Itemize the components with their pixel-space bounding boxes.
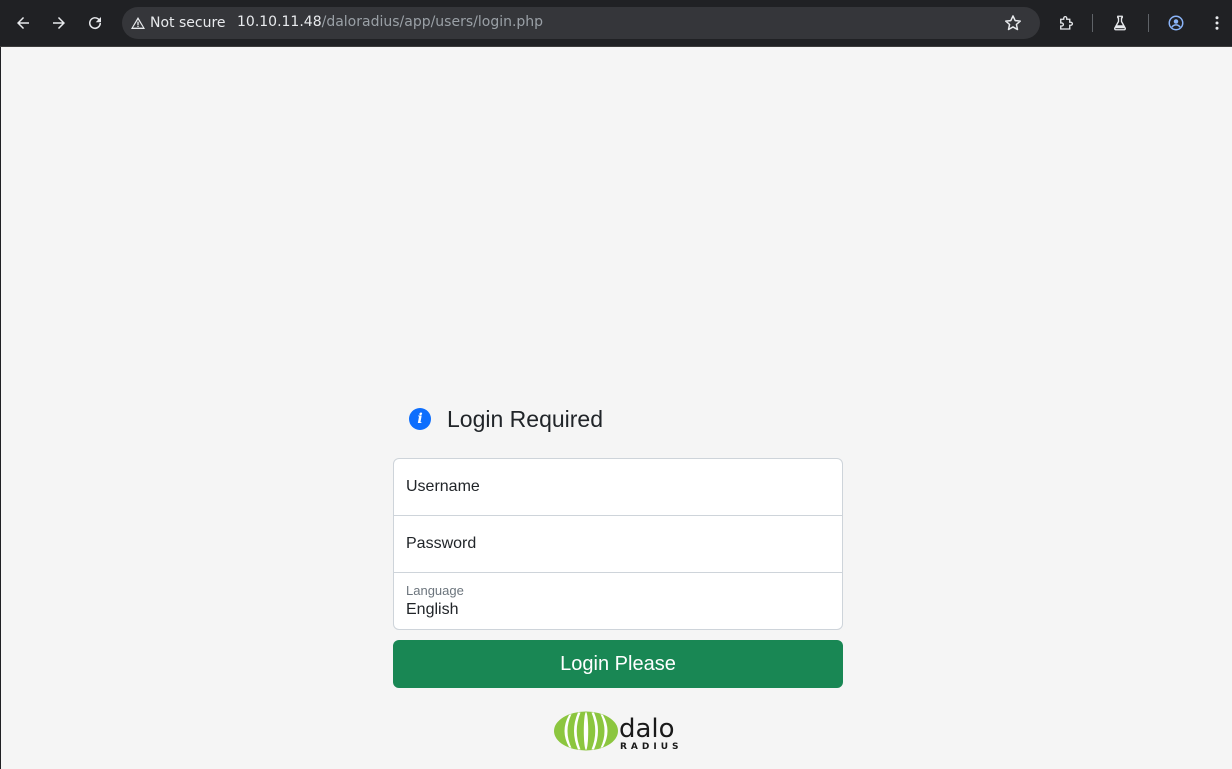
- password-field[interactable]: [394, 516, 842, 572]
- svg-text:RADIUS: RADIUS: [620, 742, 683, 752]
- extensions-button[interactable]: [1051, 8, 1081, 38]
- warning-icon: [131, 17, 145, 29]
- star-icon[interactable]: [1003, 13, 1023, 33]
- address-bar[interactable]: Not secure 10.10.11.48/daloradius/app/us…: [122, 7, 1040, 39]
- security-label: Not secure: [150, 15, 226, 31]
- labs-icon: [1114, 15, 1126, 31]
- language-select[interactable]: Language English: [394, 573, 842, 629]
- profile-button[interactable]: [1161, 8, 1191, 38]
- menu-icon: [1215, 16, 1219, 30]
- url-text[interactable]: 10.10.11.48/daloradius/app/users/login.p…: [237, 14, 543, 30]
- security-indicator[interactable]: Not secure: [130, 13, 226, 33]
- url-host: 10.10.11.48: [237, 14, 322, 30]
- labs-button[interactable]: [1105, 8, 1135, 38]
- username-field[interactable]: [394, 459, 842, 515]
- login-heading: i Login Required: [408, 404, 603, 434]
- daloradius-logo: dalo RADIUS: [554, 711, 683, 752]
- url-path: /daloradius/app/users/login.php: [321, 14, 544, 30]
- info-icon: i: [409, 408, 431, 430]
- back-icon: [17, 17, 29, 29]
- page-title: Login Required: [447, 405, 604, 432]
- menu-button[interactable]: [1202, 8, 1232, 38]
- login-button[interactable]: Login Please: [393, 640, 843, 688]
- back-button[interactable]: [8, 8, 38, 38]
- browser-toolbar: Not secure 10.10.11.48/daloradius/app/us…: [0, 0, 1232, 47]
- reload-icon: [89, 17, 102, 30]
- toolbar-separator: [1148, 14, 1149, 32]
- extensions-icon: [1060, 16, 1073, 30]
- window-edge: [0, 47, 1, 769]
- login-form: Language English: [393, 458, 843, 630]
- language-value: English: [406, 601, 459, 618]
- toolbar-separator: [1092, 14, 1093, 32]
- svg-text:dalo: dalo: [619, 714, 675, 744]
- password-field-wrapper: [394, 516, 842, 573]
- forward-button[interactable]: [44, 8, 74, 38]
- language-label: Language: [406, 583, 464, 598]
- reload-button[interactable]: [80, 8, 110, 38]
- profile-icon: [1168, 15, 1184, 31]
- forward-icon: [53, 17, 65, 29]
- username-field-wrapper: [394, 459, 842, 516]
